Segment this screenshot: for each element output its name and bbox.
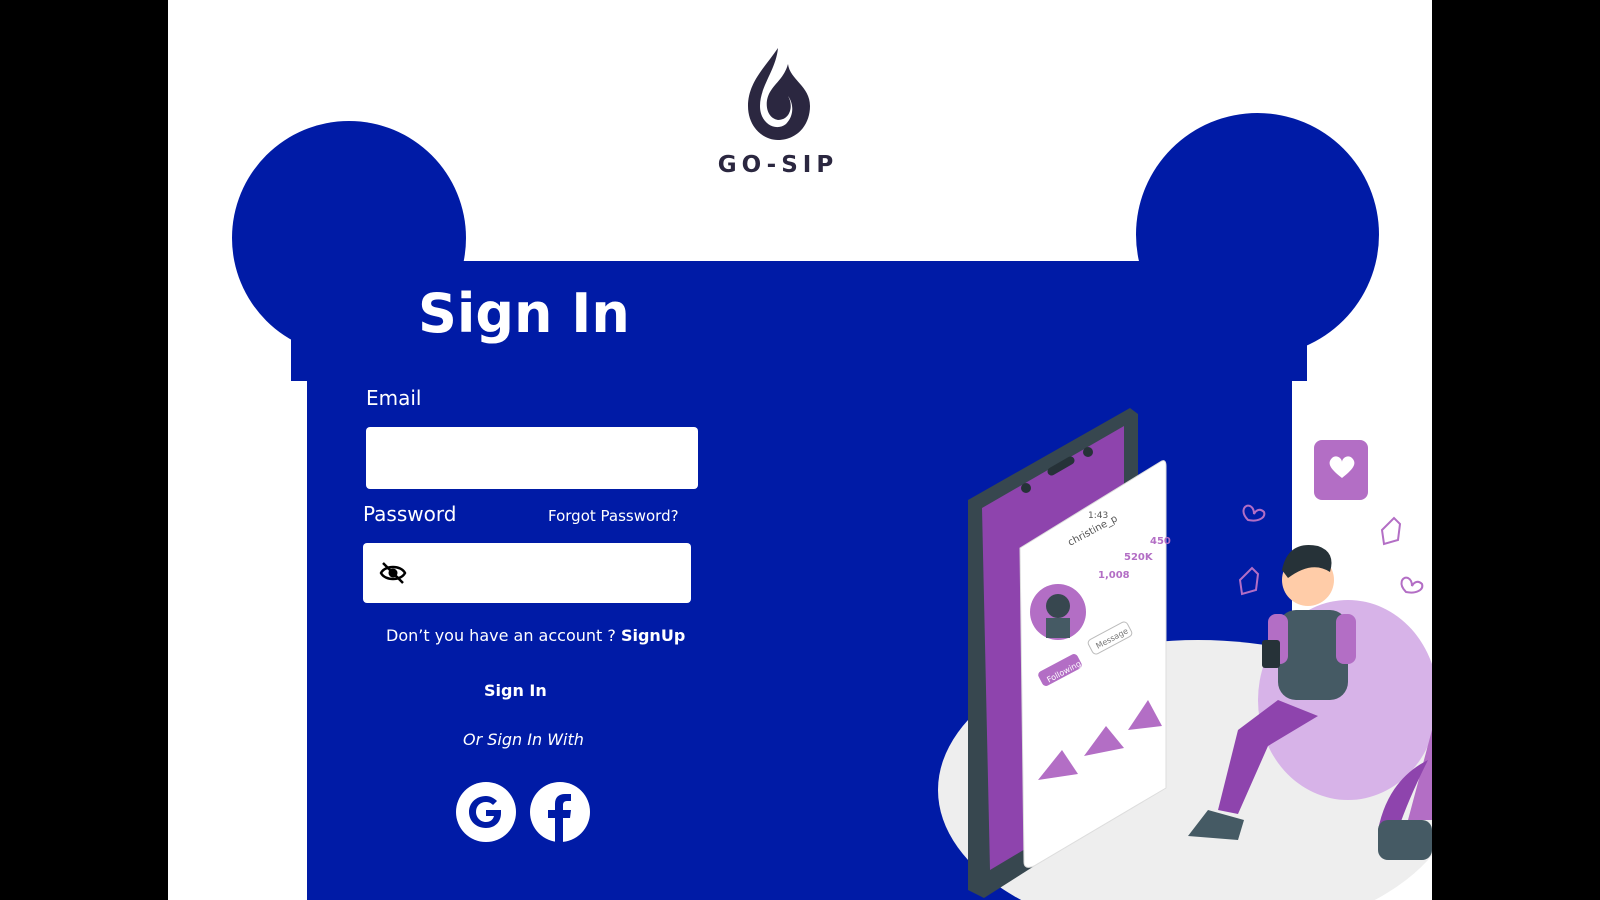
password-label: Password (363, 502, 457, 526)
sign-in-button[interactable]: Sign In (478, 680, 553, 701)
signup-prompt: Don’t you have an account ? SignUp (386, 626, 685, 645)
stat-following: 450 (1150, 536, 1171, 547)
page-title: Sign In (418, 282, 630, 345)
facebook-signin-button[interactable] (530, 782, 590, 842)
stat-posts: 1,008 (1098, 570, 1130, 581)
signup-link[interactable]: SignUp (621, 626, 685, 645)
page-frame: GO-SIP Sign In Email Password Forgot Pas… (168, 0, 1432, 900)
droplet-logo-icon (748, 48, 810, 140)
eye-slash-icon[interactable] (379, 559, 407, 591)
email-label: Email (366, 386, 422, 410)
email-field[interactable] (366, 427, 698, 489)
password-field[interactable] (363, 543, 691, 603)
signup-prompt-text: Don’t you have an account ? (386, 626, 621, 645)
brand-name: GO-SIP (717, 152, 839, 178)
google-icon (456, 782, 516, 842)
or-sign-in-with-text: Or Sign In With (463, 730, 584, 749)
stat-followers: 520K (1124, 552, 1154, 563)
phone-user-illustration: 1:43 christine_p 1,008 520K 450 Followin… (938, 408, 1432, 900)
facebook-icon (530, 782, 590, 842)
brand-logo: GO-SIP (708, 46, 848, 178)
forgot-password-link[interactable]: Forgot Password? (548, 507, 679, 525)
google-signin-button[interactable] (456, 782, 516, 842)
